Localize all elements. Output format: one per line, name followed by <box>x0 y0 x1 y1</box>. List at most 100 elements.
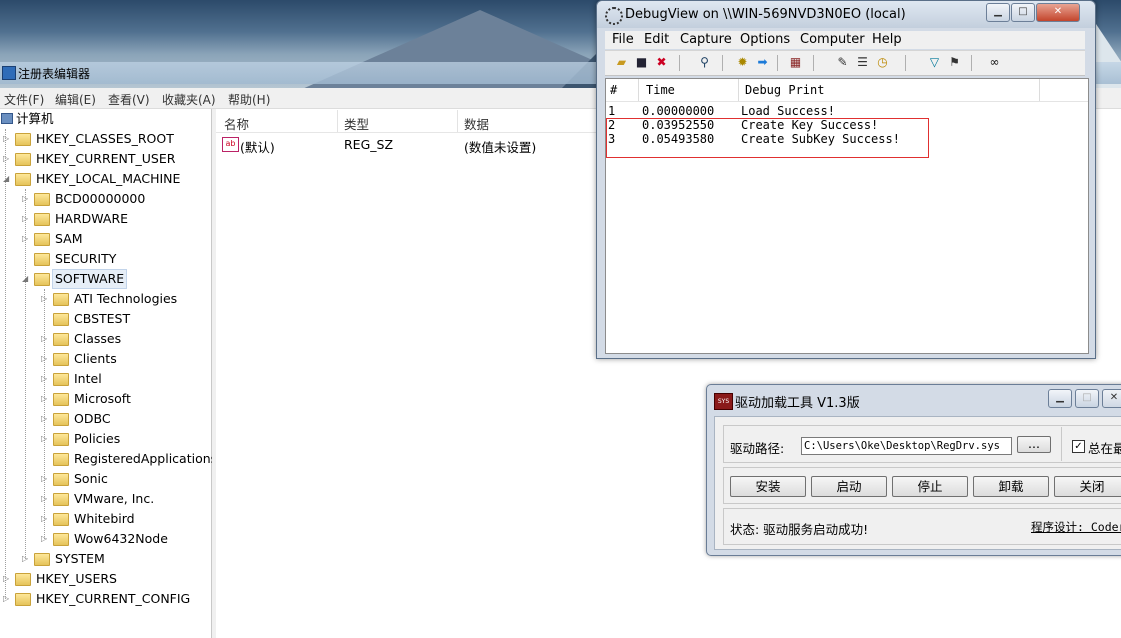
menu-options[interactable]: Options <box>740 32 790 47</box>
minimize-button[interactable]: ▁ <box>1048 389 1072 408</box>
close-button[interactable]: ✕ <box>1102 389 1121 408</box>
folder-icon <box>53 473 69 486</box>
expand-icon[interactable]: ▷ <box>41 409 50 429</box>
folder-icon <box>15 133 31 146</box>
menu-file[interactable]: File <box>612 32 634 47</box>
expand-icon[interactable]: ▷ <box>41 469 50 489</box>
expand-icon[interactable]: ▷ <box>41 349 50 369</box>
expand-icon[interactable]: ▷ <box>41 289 50 309</box>
start-button[interactable]: 启动 <box>811 476 887 497</box>
always-on-top-checkbox[interactable]: ✓ <box>1072 440 1085 453</box>
expand-icon[interactable]: ▷ <box>41 389 50 409</box>
folder-icon <box>34 193 50 206</box>
debug-output-list[interactable]: # Time Debug Print 1 0.00000000 Load Suc… <box>605 78 1089 354</box>
expand-icon[interactable]: ▷ <box>41 529 50 549</box>
folder-icon <box>34 553 50 566</box>
menu-file[interactable]: 文件(F) <box>4 91 44 108</box>
close-button[interactable]: ✕ <box>1036 3 1080 22</box>
driver-body: 驱动路径: C:\Users\Oke\Desktop\RegDrv.sys ..… <box>714 416 1121 550</box>
expand-icon[interactable]: ▷ <box>41 489 50 509</box>
driver-loader-window[interactable]: SYS 驱动加载工具 V1.3版 ▁ □ ✕ 驱动路径: C:\Users\Ok… <box>706 384 1121 556</box>
column-number[interactable]: # <box>610 83 617 97</box>
value-type: REG_SZ <box>344 137 394 152</box>
clear-icon[interactable]: ✖ <box>654 55 669 70</box>
menu-help[interactable]: 帮助(H) <box>228 91 270 108</box>
folder-icon <box>15 153 31 166</box>
edit-icon[interactable]: ✎ <box>835 55 850 70</box>
column-data[interactable]: 数据 <box>464 114 489 133</box>
list-icon[interactable]: ☰ <box>855 55 870 70</box>
browse-button[interactable]: ... <box>1017 436 1051 453</box>
unload-button[interactable]: 卸载 <box>973 476 1049 497</box>
find-icon[interactable]: ⚲ <box>697 55 712 70</box>
expand-icon[interactable]: ▷ <box>3 589 12 609</box>
debugview-menubar: File Edit Capture Options Computer Help <box>605 31 1085 49</box>
minimize-button[interactable]: ▁ <box>986 3 1010 22</box>
always-on-top-label: 总在最前 <box>1088 441 1121 456</box>
save-icon[interactable]: ■ <box>634 55 649 70</box>
expand-icon[interactable]: ▷ <box>41 329 50 349</box>
column-debug-print[interactable]: Debug Print <box>745 83 824 97</box>
menu-view[interactable]: 查看(V) <box>108 91 150 108</box>
capture-icon[interactable]: ✹ <box>735 55 750 70</box>
registry-tree[interactable]: 计算机 ▷ HKEY_CLASSES_ROOT ▷ HKEY_CURRENT_U… <box>0 109 217 638</box>
folder-open-icon <box>15 173 31 186</box>
folder-icon <box>53 433 69 446</box>
expand-icon[interactable]: ▷ <box>3 569 12 589</box>
clock-icon[interactable]: ◷ <box>875 55 890 70</box>
binoculars-icon[interactable]: ∞ <box>987 55 1002 70</box>
expand-icon[interactable]: ▷ <box>41 509 50 529</box>
status-bar: 状态: 驱动服务启动成功! 程序设计: Coder <box>723 508 1121 545</box>
open-icon[interactable]: ▰ <box>614 55 629 70</box>
path-label: 驱动路径: <box>730 441 785 456</box>
column-name[interactable]: 名称 <box>224 114 249 133</box>
debugview-window[interactable]: DebugView on \\WIN-569NVD3N0EO (local) ▁… <box>596 0 1096 359</box>
driver-path-input[interactable]: C:\Users\Oke\Desktop\RegDrv.sys <box>801 437 1012 455</box>
expand-icon[interactable]: ▷ <box>22 209 31 229</box>
highlight-box <box>606 118 929 158</box>
expand-icon[interactable]: ▷ <box>41 369 50 389</box>
folder-icon <box>53 353 69 366</box>
expand-icon[interactable]: ▷ <box>3 149 12 169</box>
driver-titlebar[interactable]: SYS 驱动加载工具 V1.3版 ▁ □ ✕ <box>707 385 1121 415</box>
close-app-button[interactable]: 关闭 <box>1054 476 1121 497</box>
expand-icon[interactable]: ▷ <box>41 429 50 449</box>
column-time[interactable]: Time <box>646 83 675 97</box>
expand-icon[interactable]: ▷ <box>22 549 31 569</box>
column-type[interactable]: 类型 <box>344 114 369 133</box>
status-text: 状态: 驱动服务启动成功! <box>730 522 869 537</box>
folder-open-icon <box>34 273 50 286</box>
expand-icon[interactable]: ▷ <box>3 129 12 149</box>
collapse-icon[interactable]: ◢ <box>22 269 31 289</box>
folder-icon <box>53 453 69 466</box>
folder-icon <box>53 513 69 526</box>
menu-capture[interactable]: Capture <box>680 32 732 47</box>
menu-edit[interactable]: Edit <box>644 32 669 47</box>
maximize-button[interactable]: □ <box>1011 3 1035 22</box>
stop-button[interactable]: 停止 <box>892 476 968 497</box>
debugview-titlebar[interactable]: DebugView on \\WIN-569NVD3N0EO (local) ▁… <box>597 1 1095 28</box>
folder-icon <box>53 493 69 506</box>
menu-favorites[interactable]: 收藏夹(A) <box>162 91 216 108</box>
pin-icon[interactable]: ⚑ <box>947 55 962 70</box>
autoscroll-icon[interactable]: ➡ <box>755 55 770 70</box>
collapse-icon[interactable]: ◢ <box>3 169 12 189</box>
expand-icon[interactable]: ▷ <box>22 189 31 209</box>
menu-edit[interactable]: 编辑(E) <box>55 91 96 108</box>
menu-help[interactable]: Help <box>872 32 902 47</box>
funnel-icon[interactable]: ▽ <box>927 55 942 70</box>
folder-icon <box>53 373 69 386</box>
folder-icon <box>34 253 50 266</box>
menu-computer[interactable]: Computer <box>800 32 865 47</box>
debugview-title: DebugView on \\WIN-569NVD3N0EO (local) <box>625 7 906 22</box>
folder-icon <box>53 393 69 406</box>
filter-icon[interactable]: ▦ <box>788 55 803 70</box>
value-data: (数值未设置) <box>464 140 537 155</box>
registry-app-icon <box>2 66 16 80</box>
value-name: (默认) <box>240 140 275 155</box>
driver-title: 驱动加载工具 V1.3版 <box>735 396 860 411</box>
install-button[interactable]: 安装 <box>730 476 806 497</box>
debugview-toolbar: ▰ ■ ✖ ⚲ ✹ ➡ ▦ ✎ ☰ ◷ ▽ ⚑ ∞ <box>605 50 1085 76</box>
expand-icon[interactable]: ▷ <box>22 229 31 249</box>
credit-link[interactable]: 程序设计: Coder <box>1031 519 1121 535</box>
